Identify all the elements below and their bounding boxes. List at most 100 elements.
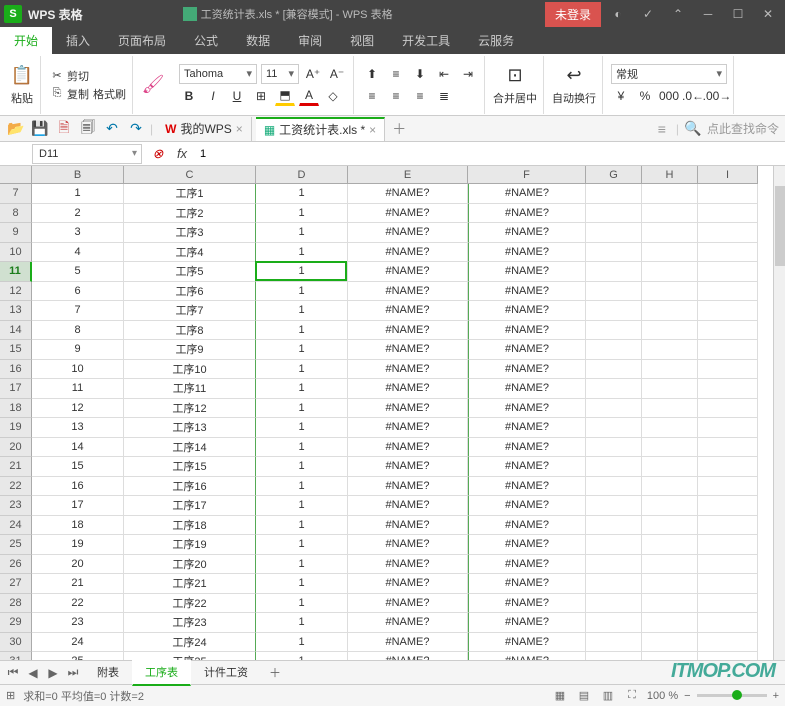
column-header[interactable]: H xyxy=(642,166,698,183)
cell[interactable]: #NAME? xyxy=(348,243,468,263)
cell[interactable] xyxy=(698,457,758,477)
cell[interactable] xyxy=(586,516,642,536)
minimize-button[interactable]: ─ xyxy=(695,4,721,24)
cell[interactable] xyxy=(642,223,698,243)
maximize-button[interactable]: ☐ xyxy=(725,4,751,24)
cell[interactable]: 工序15 xyxy=(124,457,256,477)
cell[interactable]: 15 xyxy=(32,457,124,477)
menu-tab-7[interactable]: 开发工具 xyxy=(388,27,464,54)
cell[interactable]: #NAME? xyxy=(468,574,586,594)
cell[interactable] xyxy=(586,262,642,282)
close-icon[interactable]: × xyxy=(236,122,243,136)
cell[interactable]: 工序24 xyxy=(124,633,256,653)
cell[interactable]: #NAME? xyxy=(348,418,468,438)
vertical-scrollbar[interactable] xyxy=(773,166,785,660)
column-header[interactable]: F xyxy=(468,166,586,183)
menu-tab-6[interactable]: 视图 xyxy=(336,27,388,54)
new-tab-button[interactable]: ＋ xyxy=(389,119,409,139)
cell[interactable]: #NAME? xyxy=(468,438,586,458)
cell[interactable] xyxy=(698,204,758,224)
cell[interactable]: #NAME? xyxy=(468,262,586,282)
cell[interactable]: 1 xyxy=(256,340,348,360)
row-header[interactable]: 8 xyxy=(0,204,32,224)
cell[interactable] xyxy=(642,633,698,653)
paste-button[interactable]: 📋 粘贴 xyxy=(10,64,34,106)
cell[interactable]: 6 xyxy=(32,282,124,302)
cell[interactable]: 1 xyxy=(256,243,348,263)
cell[interactable] xyxy=(586,418,642,438)
cell[interactable]: 23 xyxy=(32,613,124,633)
cell[interactable]: 1 xyxy=(256,574,348,594)
cell[interactable]: 3 xyxy=(32,223,124,243)
cell[interactable] xyxy=(642,184,698,204)
cell[interactable]: #NAME? xyxy=(468,282,586,302)
cell[interactable] xyxy=(642,477,698,497)
cell[interactable]: #NAME? xyxy=(468,633,586,653)
my-wps-tab[interactable]: W 我的WPS × xyxy=(157,117,252,141)
cell[interactable]: #NAME? xyxy=(348,204,468,224)
cell[interactable]: #NAME? xyxy=(468,223,586,243)
row-header[interactable]: 12 xyxy=(0,282,32,302)
cell[interactable] xyxy=(698,613,758,633)
align-middle-button[interactable]: ≡ xyxy=(386,64,406,84)
cell[interactable]: #NAME? xyxy=(348,613,468,633)
cell[interactable]: #NAME? xyxy=(468,184,586,204)
sheet-nav-next[interactable]: ▶ xyxy=(44,664,62,682)
row-header[interactable]: 27 xyxy=(0,574,32,594)
cell[interactable]: 1 xyxy=(32,184,124,204)
zoom-in-button[interactable]: + xyxy=(773,690,779,702)
cell[interactable]: #NAME? xyxy=(468,321,586,341)
cell[interactable]: 工序19 xyxy=(124,535,256,555)
cell[interactable]: 1 xyxy=(256,555,348,575)
row-header[interactable]: 31 xyxy=(0,652,32,660)
font-color-button[interactable]: A xyxy=(299,86,319,106)
page-layout-view-button[interactable]: ▤ xyxy=(575,688,593,704)
cell[interactable]: #NAME? xyxy=(348,360,468,380)
cell[interactable]: 工序5 xyxy=(124,262,256,282)
cell[interactable] xyxy=(586,438,642,458)
row-header[interactable]: 24 xyxy=(0,516,32,536)
number-format-select[interactable]: 常规 xyxy=(611,64,727,84)
cell[interactable] xyxy=(698,282,758,302)
cell[interactable]: 工序18 xyxy=(124,516,256,536)
cell[interactable]: #NAME? xyxy=(348,301,468,321)
save-icon[interactable]: 💾 xyxy=(30,119,50,139)
cell[interactable]: #NAME? xyxy=(468,418,586,438)
cell[interactable] xyxy=(642,613,698,633)
row-header[interactable]: 13 xyxy=(0,301,32,321)
cell[interactable] xyxy=(642,340,698,360)
cell[interactable] xyxy=(642,243,698,263)
cell[interactable]: #NAME? xyxy=(348,321,468,341)
cell[interactable]: 7 xyxy=(32,301,124,321)
cell[interactable]: 工序21 xyxy=(124,574,256,594)
menu-icon[interactable]: ≡ xyxy=(652,119,672,139)
cell[interactable]: #NAME? xyxy=(468,652,586,660)
row-header[interactable]: 15 xyxy=(0,340,32,360)
cell[interactable]: #NAME? xyxy=(468,457,586,477)
cell[interactable]: 1 xyxy=(256,457,348,477)
cell[interactable] xyxy=(586,633,642,653)
cell[interactable] xyxy=(586,477,642,497)
cell[interactable] xyxy=(586,301,642,321)
comma-button[interactable]: 000 xyxy=(659,86,679,106)
cell[interactable]: 22 xyxy=(32,594,124,614)
cell[interactable] xyxy=(698,243,758,263)
wrap-text-button[interactable]: ↩ 自动换行 xyxy=(552,64,596,106)
cell[interactable]: #NAME? xyxy=(468,516,586,536)
merge-center-button[interactable]: ⊡ 合并居中 xyxy=(493,64,537,106)
menu-tab-2[interactable]: 页面布局 xyxy=(104,27,180,54)
row-header[interactable]: 28 xyxy=(0,594,32,614)
bold-button[interactable]: B xyxy=(179,86,199,106)
cell[interactable]: #NAME? xyxy=(348,477,468,497)
row-header[interactable]: 21 xyxy=(0,457,32,477)
row-header[interactable]: 19 xyxy=(0,418,32,438)
cell[interactable]: #NAME? xyxy=(348,652,468,660)
cell[interactable] xyxy=(698,301,758,321)
add-sheet-button[interactable]: ＋ xyxy=(263,664,287,681)
row-header[interactable]: 22 xyxy=(0,477,32,497)
cell[interactable] xyxy=(642,204,698,224)
cell[interactable] xyxy=(642,418,698,438)
cell[interactable]: 工序9 xyxy=(124,340,256,360)
cell[interactable] xyxy=(586,555,642,575)
cell[interactable]: 1 xyxy=(256,282,348,302)
